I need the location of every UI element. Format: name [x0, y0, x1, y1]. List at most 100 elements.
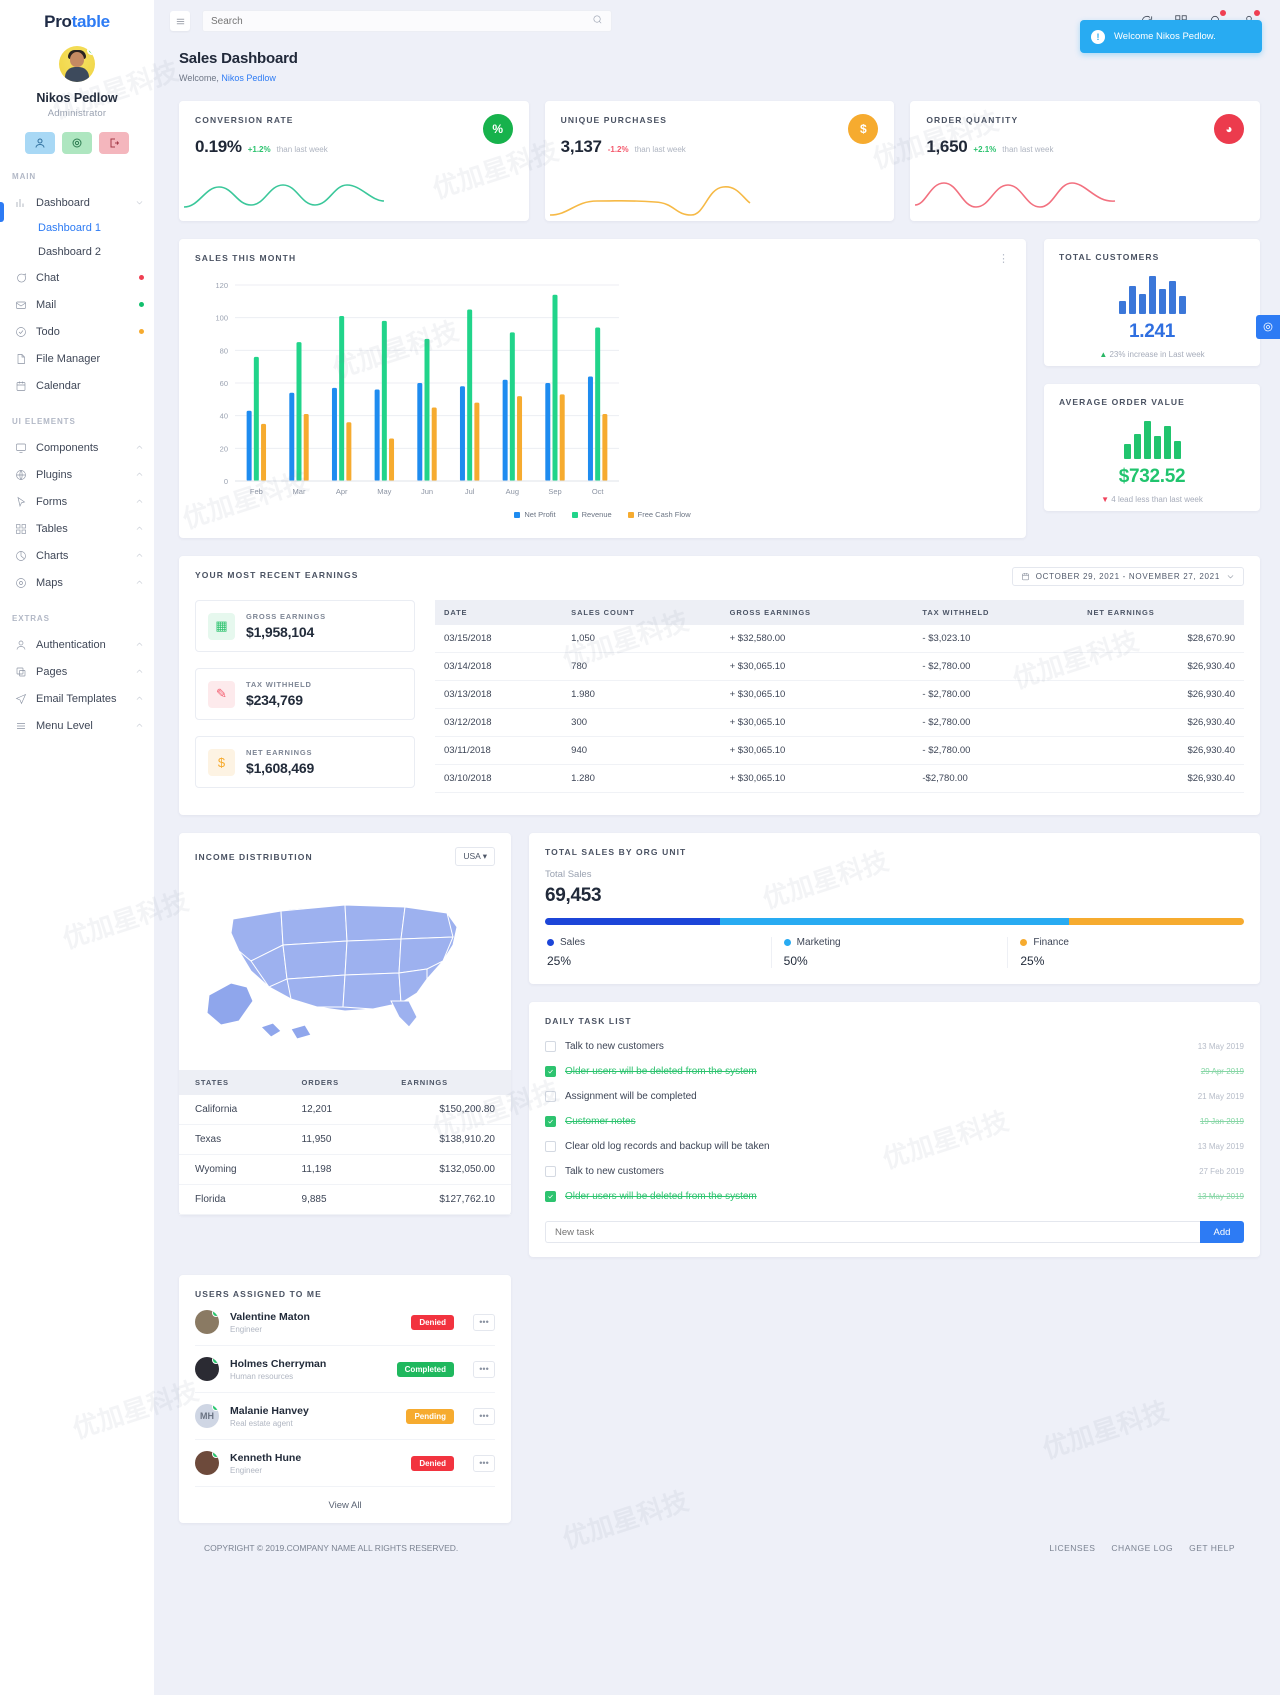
- sidebar-item-forms[interactable]: Forms: [0, 488, 154, 515]
- copyright-text: COPYRIGHT © 2019.COMPANY NAME ALL RIGHTS…: [204, 1543, 459, 1553]
- task-checkbox[interactable]: [545, 1041, 556, 1052]
- task-checkbox[interactable]: [545, 1166, 556, 1177]
- sidebar-item-pages[interactable]: Pages: [0, 658, 154, 685]
- chevron-up-icon: [135, 470, 144, 479]
- sidebar-item-dashboard-1[interactable]: Dashboard 1: [0, 216, 154, 240]
- online-status-dot: [212, 1451, 219, 1458]
- sales-chart-title: SALES THIS MONTH: [195, 253, 297, 263]
- sidebar-item-calendar[interactable]: Calendar: [0, 372, 154, 399]
- add-task-button[interactable]: Add: [1200, 1221, 1244, 1243]
- table-row[interactable]: 03/15/2018 1,050 + $32,580.00- $3,023.10 $2…: [435, 625, 1244, 653]
- date-range-picker[interactable]: OCTOBER 29, 2021 - NOVEMBER 27, 2021: [1011, 567, 1244, 586]
- table-row[interactable]: Florida 9,885 $127,762.10: [179, 1184, 511, 1215]
- sidebar-item-email-templates[interactable]: Email Templates: [0, 685, 154, 712]
- task-item[interactable]: Clear old log records and backup will be…: [545, 1134, 1244, 1159]
- profile-quick-actions: [0, 132, 154, 154]
- globe-icon: [14, 468, 27, 481]
- table-row[interactable]: 03/14/2018 780 + $30,065.10- $2,780.00 $26,…: [435, 652, 1244, 681]
- table-row[interactable]: 03/10/2018 1.280 + $30,065.10 -$2,780.00 $26…: [435, 764, 1244, 793]
- trend-down-icon: ▼: [1101, 495, 1110, 504]
- task-item[interactable]: Older users will be deleted from the sys…: [545, 1184, 1244, 1209]
- footer-link[interactable]: LICENSES: [1049, 1543, 1095, 1553]
- task-checkbox[interactable]: [545, 1191, 556, 1202]
- dots-vertical-icon[interactable]: ⋮: [998, 252, 1010, 265]
- table-row[interactable]: 03/12/2018 300 + $30,065.10- $2,780.00 $26,…: [435, 708, 1244, 737]
- footer-link[interactable]: CHANGE LOG: [1111, 1543, 1173, 1553]
- task-checkbox[interactable]: [545, 1116, 556, 1127]
- sidebar-item-maps[interactable]: Maps: [0, 569, 154, 596]
- footer-link[interactable]: GET HELP: [1189, 1543, 1235, 1553]
- legend-label: Sales: [560, 937, 586, 948]
- sidebar-item-tables[interactable]: Tables: [0, 515, 154, 542]
- view-all-button[interactable]: View All: [195, 1487, 495, 1511]
- task-checkbox[interactable]: [545, 1091, 556, 1102]
- sidebar-item-charts[interactable]: Charts: [0, 542, 154, 569]
- user-row[interactable]: Valentine Maton Engineer Denied •••: [195, 1299, 495, 1346]
- cell-gross: + $30,065.10: [720, 708, 914, 737]
- sidebar-item-dashboard-2[interactable]: Dashboard 2: [0, 240, 154, 264]
- dots-horizontal-icon[interactable]: •••: [473, 1313, 495, 1331]
- task-checkbox[interactable]: [545, 1141, 556, 1152]
- column-header: EARNINGS: [385, 1070, 511, 1095]
- dots-horizontal-icon[interactable]: •••: [473, 1360, 495, 1378]
- sidebar-item-todo[interactable]: Todo: [0, 318, 154, 345]
- chevron-up-icon: [135, 497, 144, 506]
- logout-icon-button[interactable]: [99, 132, 129, 154]
- sidebar-item-dashboard[interactable]: Dashboard: [0, 189, 154, 216]
- welcome-toast[interactable]: ! Welcome Nikos Pedlow.: [1080, 20, 1262, 53]
- usa-map: [179, 870, 511, 1070]
- task-item[interactable]: Talk to new customers 27 Feb 2019: [545, 1159, 1244, 1184]
- settings-fab[interactable]: [1256, 315, 1280, 339]
- task-item[interactable]: Assignment will be completed 21 May 2019: [545, 1084, 1244, 1109]
- sidebar-item-menu-level[interactable]: Menu Level: [0, 712, 154, 739]
- table-header-row: STATES ORDERS EARNINGS: [179, 1070, 511, 1095]
- search-input[interactable]: [211, 15, 603, 27]
- org-legend-item: Marketing 50%: [770, 937, 1008, 968]
- sidebar-item-file-manager[interactable]: File Manager: [0, 345, 154, 372]
- region-selector[interactable]: USA ▾: [455, 847, 495, 866]
- legend-percent: 50%: [783, 954, 808, 968]
- task-item[interactable]: Older users will be deleted from the sys…: [545, 1059, 1244, 1084]
- chevron-up-icon: [135, 640, 144, 649]
- task-item[interactable]: Customer notes 19 Jan 2019: [545, 1109, 1244, 1134]
- search-box[interactable]: [202, 10, 612, 32]
- user-row[interactable]: Holmes Cherryman Human resources Completed…: [195, 1346, 495, 1393]
- sidebar-item-label: Plugins: [36, 468, 73, 481]
- dots-horizontal-icon[interactable]: •••: [473, 1407, 495, 1425]
- cell-state: California: [179, 1095, 286, 1125]
- avatar[interactable]: [59, 46, 95, 82]
- task-item[interactable]: Talk to new customers 13 May 2019: [545, 1034, 1244, 1059]
- total-customers-title: TOTAL CUSTOMERS: [1059, 252, 1160, 262]
- chart-row: SALES THIS MONTH ⋮ 0 20 40 60 80 100 120 Feb Mar…: [179, 239, 1260, 538]
- table-row[interactable]: California 12,201 $150,200.80: [179, 1095, 511, 1125]
- average-order-title: AVERAGE ORDER VALUE: [1059, 397, 1185, 407]
- sidebar-item-mail[interactable]: Mail: [0, 291, 154, 318]
- welcome-user-link[interactable]: Nikos Pedlow: [221, 73, 276, 83]
- settings-icon-button[interactable]: [62, 132, 92, 154]
- table-row[interactable]: 03/11/2018 940 + $30,065.10- $2,780.00 $26,…: [435, 736, 1244, 765]
- logout-icon: [110, 138, 119, 148]
- task-date: 21 May 2019: [1197, 1092, 1244, 1101]
- sidebar-item-chat[interactable]: Chat: [0, 264, 154, 291]
- user-row[interactable]: Kenneth Hune Engineer Denied •••: [195, 1440, 495, 1487]
- cell-net: $26,930.40: [1078, 764, 1244, 793]
- new-task-input[interactable]: [545, 1221, 1200, 1243]
- brand-logo[interactable]: Protable: [0, 0, 154, 38]
- sidebar-item-components[interactable]: Components: [0, 434, 154, 461]
- table-row[interactable]: Wyoming 11,198 $132,050.00: [179, 1154, 511, 1185]
- sidebar-item-authentication[interactable]: Authentication: [0, 631, 154, 658]
- legend-item[interactable]: Net Profit: [514, 510, 556, 519]
- table-row[interactable]: 03/13/2018 1.980 + $30,065.10- $2,780.00 $2…: [435, 680, 1244, 709]
- legend-item[interactable]: Revenue: [571, 510, 612, 519]
- dots-horizontal-icon[interactable]: •••: [473, 1454, 495, 1472]
- legend-item[interactable]: Free Cash Flow: [627, 510, 691, 519]
- menu-icon: [14, 719, 27, 732]
- table-row[interactable]: Texas 11,950 $138,910.20: [179, 1124, 511, 1155]
- profile-icon-button[interactable]: [25, 132, 55, 154]
- user-row[interactable]: MH Malanie Hanvey Real estate agent Pending…: [195, 1393, 495, 1440]
- hamburger-icon[interactable]: [170, 11, 190, 31]
- sidebar-item-plugins[interactable]: Plugins: [0, 461, 154, 488]
- task-checkbox[interactable]: [545, 1066, 556, 1077]
- average-order-note: ▼ 4 lead less than last week: [1059, 495, 1245, 504]
- sidebar-item-label: File Manager: [36, 352, 101, 365]
